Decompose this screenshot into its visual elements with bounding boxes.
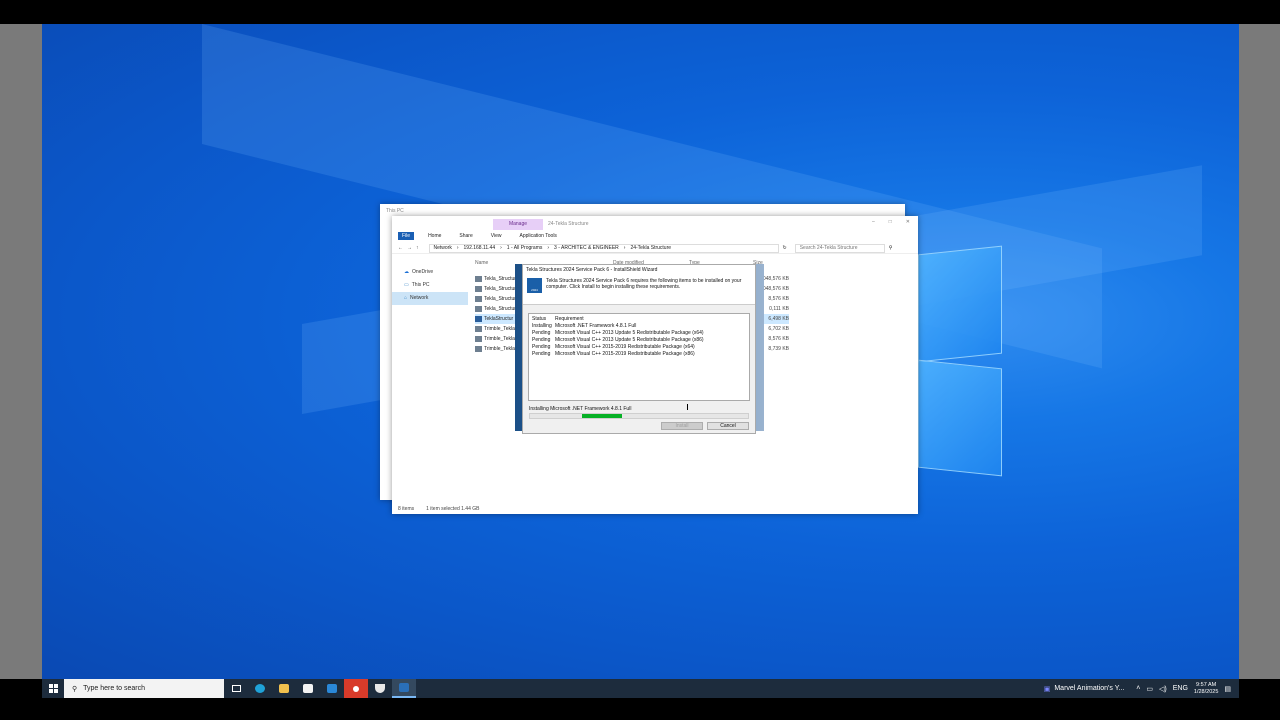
breadcrumb-tekla[interactable]: 24-Tekla Structure [630, 245, 671, 251]
file-icon [475, 326, 482, 332]
breadcrumb-architec[interactable]: 3 - ARCHITEC & ENGINEER [554, 245, 619, 251]
dialog-description: Tekla Structures 2024 Service Pack 6 req… [546, 278, 742, 290]
clock-time: 9:57 AM [1196, 681, 1217, 688]
windows-logo-icon [48, 684, 58, 693]
installer-taskbar-icon[interactable] [392, 679, 416, 698]
tab-view[interactable]: View [487, 232, 506, 240]
computer-icon: ▭ [404, 282, 409, 288]
back-arrow-icon[interactable]: ← [398, 245, 403, 251]
file-icon [475, 296, 482, 302]
nav-network[interactable]: ⌂ Network [392, 292, 468, 305]
requirement-row: Pending Microsoft Visual C++ 2013 Update … [532, 330, 704, 336]
requirement-row: Pending Microsoft Visual C++ 2015-2019 Re… [532, 351, 695, 357]
requirement-row: Installing Microsoft .NET Framework 4.8.1… [532, 323, 637, 329]
navigation-pane: ☁ OneDrive ▭ This PC ⌂ Network [392, 258, 468, 502]
notification-icon[interactable]: ▤ [1224, 685, 1231, 693]
recorder-icon[interactable] [344, 679, 368, 698]
mail-icon[interactable] [320, 679, 344, 698]
breadcrumb-network[interactable]: Network [434, 245, 452, 251]
wallpaper-logo-pane [918, 359, 1002, 477]
clock-date: 1/28/2025 [1193, 688, 1219, 695]
status-bar: 8 items 1 item selected 1.44 GB [392, 504, 918, 514]
dialog-title: Tekla Structures 2024 Service Pack 6 - I… [523, 265, 755, 275]
taskbar-search-input[interactable]: ⚲ Type here to search [64, 679, 224, 698]
maximize-icon[interactable]: □ [889, 219, 892, 225]
requirement-row: Pending Microsoft Visual C++ 2015-2019 Re… [532, 344, 695, 350]
task-view-icon[interactable] [224, 679, 248, 698]
nav-onedrive[interactable]: ☁ OneDrive [392, 266, 468, 279]
clock[interactable]: 9:57 AM 1/28/2025 [1194, 682, 1218, 696]
minimize-icon[interactable]: – [872, 219, 875, 225]
file-icon [475, 286, 482, 292]
install-status-text: Installing Microsoft .NET Framework 4.8.… [529, 406, 632, 412]
window-controls: – □ ✕ [872, 219, 910, 225]
tab-home[interactable]: Home [424, 232, 445, 240]
taskbar: ⚲ Type here to search ▣ Marvel Animation… [42, 679, 1239, 698]
screen: This PC Manage 24-Tekla Structure – □ ✕ … [0, 0, 1280, 720]
dialog-header: 2024 Tekla Structures 2024 Service Pack … [523, 275, 755, 305]
address-bar-row: ← → ↑ Network › 192.168.11.44 › 1 - All Pr… [392, 243, 918, 254]
tab-share[interactable]: Share [455, 232, 476, 240]
tab-file[interactable]: File [398, 231, 415, 240]
install-button[interactable]: Install [661, 422, 703, 430]
network-icon: ⌂ [404, 295, 408, 301]
tekla-logo-icon: 2024 [527, 278, 542, 293]
letterbox-right [1239, 24, 1280, 679]
requirements-header: Status Requirement [532, 316, 746, 323]
file-icon [475, 276, 482, 282]
file-icon [475, 336, 482, 342]
system-tray: ▣ Marvel Animation's Y... ˄ ▭ ◁) ENG 9:5… [1044, 682, 1239, 696]
chevron-up-icon[interactable]: ˄ [1136, 685, 1140, 692]
nav-this-pc[interactable]: ▭ This PC [392, 279, 468, 292]
language-indicator[interactable]: ENG [1173, 685, 1188, 692]
youtube-window-button[interactable]: ▣ Marvel Animation's Y... [1044, 685, 1131, 693]
network-icon[interactable]: ▭ [1146, 685, 1153, 693]
installshield-wizard-dialog[interactable]: Tekla Structures 2024 Service Pack 6 - I… [522, 264, 756, 434]
cancel-button[interactable]: Cancel [707, 422, 749, 430]
breadcrumb[interactable]: Network › 192.168.11.44 › 1 - All Programs… [428, 243, 779, 253]
edge-icon[interactable] [248, 679, 272, 698]
file-icon [475, 306, 482, 312]
search-icon[interactable]: ⚲ [889, 245, 893, 251]
requirement-row: Pending Microsoft Visual C++ 2013 Update … [532, 337, 704, 343]
manage-context-tab[interactable]: Manage [493, 219, 543, 230]
requirement-column-header: Requirement [555, 316, 584, 322]
dialog-buttons: Install Cancel [661, 422, 749, 430]
requirements-list: Status Requirement Installing Microsoft .… [528, 313, 750, 401]
refresh-icon[interactable]: ↻ [783, 245, 787, 251]
breadcrumb-server[interactable]: 192.168.11.44 [464, 245, 496, 251]
status-column-header: Status [532, 316, 547, 322]
volume-icon[interactable]: ◁) [1159, 685, 1167, 693]
store-icon[interactable] [296, 679, 320, 698]
forward-arrow-icon[interactable]: → [407, 245, 412, 251]
installer-icon [475, 316, 482, 322]
video-player-icon: ▣ [1043, 685, 1051, 693]
selection-info: 1 item selected 1.44 GB [426, 506, 480, 512]
item-count: 8 items [398, 506, 415, 512]
breadcrumb-all-programs[interactable]: 1 - All Programs [507, 245, 543, 251]
letterbox-bottom [0, 698, 1280, 720]
ribbon-tabs: File Home Share View Application Tools [392, 230, 918, 241]
install-progress-bar [529, 413, 749, 419]
search-input[interactable]: Search 24-Tekla Structure [794, 243, 885, 253]
cloud-icon: ☁ [404, 269, 409, 275]
progress-fill [582, 414, 622, 418]
window-title: 24-Tekla Structure [548, 221, 589, 227]
file-icon [475, 346, 482, 352]
up-arrow-icon[interactable]: ↑ [416, 245, 419, 251]
security-shield-icon[interactable] [368, 679, 392, 698]
tab-application-tools[interactable]: Application Tools [516, 232, 561, 240]
mouse-cursor-icon [687, 404, 690, 410]
start-button[interactable] [42, 679, 64, 698]
letterbox-left [0, 24, 42, 679]
wallpaper-logo-pane [918, 245, 1002, 363]
close-icon[interactable]: ✕ [906, 219, 910, 225]
file-explorer-icon[interactable] [272, 679, 296, 698]
search-icon: ⚲ [72, 685, 78, 693]
